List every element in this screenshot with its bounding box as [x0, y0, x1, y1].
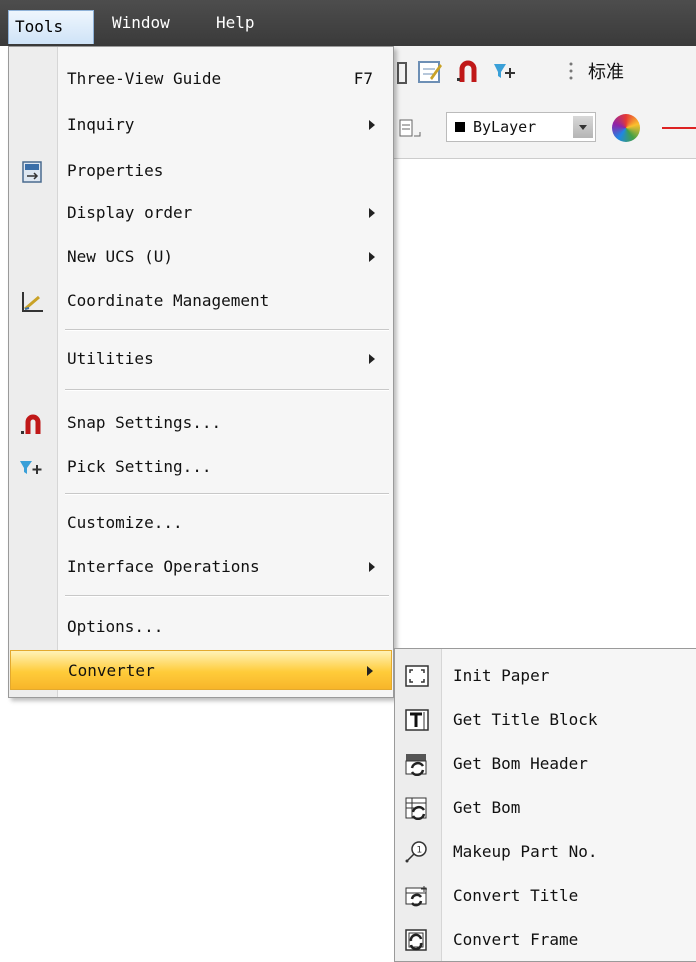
menu-separator	[65, 329, 389, 331]
menu-item-label: Interface Operations	[67, 557, 260, 576]
magnet-icon	[19, 411, 45, 437]
menu-bar: Tools Window Help	[0, 0, 696, 46]
bom-icon	[403, 795, 431, 821]
menu-item-label: Convert Title	[453, 886, 579, 905]
menu-item-customize[interactable]: Customize...	[9, 503, 393, 543]
balloon-icon: 1	[403, 839, 431, 865]
menu-item-label: Customize...	[67, 513, 183, 532]
layer-combo[interactable]: ByLayer	[446, 112, 596, 142]
menu-item-options[interactable]: Options...	[9, 607, 393, 647]
toolbar-top: 标准	[394, 46, 696, 99]
menu-item-display-order[interactable]: Display order	[9, 193, 393, 233]
menu-item-label: Get Bom	[453, 798, 521, 817]
toolbar-properties: ByLayer	[394, 98, 696, 159]
convert-frame-icon	[403, 927, 431, 953]
menu-item-pick-setting[interactable]: Pick Setting...	[9, 447, 393, 487]
menu-item-label: New UCS (U)	[67, 247, 173, 266]
menu-item-three-view-guide[interactable]: Three-View Guide F7	[9, 59, 393, 99]
menu-separator	[65, 595, 389, 597]
toolbar-partial-icon[interactable]	[396, 60, 410, 86]
menu-item-label: Options...	[67, 617, 164, 636]
menu-item-properties[interactable]: Properties	[9, 151, 393, 191]
menu-item-coordinate-management[interactable]: Coordinate Management	[9, 281, 393, 321]
submenu-arrow-icon	[369, 562, 375, 572]
layer-tool-icon[interactable]	[396, 116, 424, 142]
menu-item-label: Inquiry	[67, 115, 135, 134]
menu-item-label: Display order	[67, 203, 193, 222]
menu-item-label: Makeup Part No.	[453, 842, 598, 861]
tools-menu: Three-View Guide F7 Inquiry Properties D…	[8, 46, 394, 698]
menu-item-interface-operations[interactable]: Interface Operations	[9, 547, 393, 587]
coordinate-icon	[19, 289, 45, 315]
menu-item-utilities[interactable]: Utilities	[9, 339, 393, 379]
menu-item-convert-frame[interactable]: Convert Frame	[395, 919, 696, 961]
properties-icon	[19, 159, 45, 185]
edit-text-icon[interactable]	[416, 58, 444, 86]
frame-corners-icon	[403, 663, 431, 689]
menu-item-converter[interactable]: Converter	[10, 650, 392, 690]
menu-item-makeup-part-no[interactable]: 1 Makeup Part No.	[395, 831, 696, 873]
menu-item-label: Utilities	[67, 349, 154, 368]
menu-item-label: Convert Frame	[453, 930, 579, 949]
menu-item-label: Pick Setting...	[67, 457, 212, 476]
pick-filter-icon[interactable]	[492, 58, 520, 86]
menu-item-get-bom[interactable]: Get Bom	[395, 787, 696, 829]
submenu-arrow-icon	[367, 666, 373, 676]
title-block-icon	[403, 707, 431, 733]
menu-item-label: Coordinate Management	[67, 291, 270, 310]
bom-header-icon	[403, 751, 431, 777]
menu-help[interactable]: Help	[216, 8, 255, 38]
menu-item-label: Get Title Block	[453, 710, 598, 729]
menu-item-init-paper[interactable]: Init Paper	[395, 655, 696, 697]
pick-filter-icon	[19, 455, 45, 481]
linetype-preview[interactable]	[662, 127, 696, 129]
submenu-arrow-icon	[369, 354, 375, 364]
menu-item-label: Properties	[67, 161, 164, 180]
shortcut-label: F7	[353, 69, 373, 88]
submenu-arrow-icon	[369, 120, 375, 130]
toolbar-grip-icon	[568, 60, 574, 86]
convert-title-icon	[403, 883, 431, 909]
menu-item-new-ucs[interactable]: New UCS (U)	[9, 237, 393, 277]
color-wheel-icon[interactable]	[612, 114, 640, 142]
menu-item-label: Snap Settings...	[67, 413, 222, 432]
menu-item-convert-title[interactable]: Convert Title	[395, 875, 696, 917]
menu-window[interactable]: Window	[112, 8, 170, 38]
menu-item-label: Get Bom Header	[453, 754, 588, 773]
chevron-down-icon[interactable]	[573, 116, 593, 138]
layer-value: ByLayer	[473, 118, 537, 136]
menu-separator	[65, 493, 389, 495]
menu-item-snap-settings[interactable]: Snap Settings...	[9, 403, 393, 443]
menu-item-label: Three-View Guide	[67, 69, 222, 88]
text-style-name[interactable]: 标准	[588, 58, 624, 84]
submenu-arrow-icon	[369, 252, 375, 262]
menu-separator	[65, 389, 389, 391]
menu-item-label: Converter	[68, 661, 155, 680]
menu-item-label: Init Paper	[453, 666, 550, 685]
menu-tools[interactable]: Tools	[8, 10, 94, 44]
menu-item-inquiry[interactable]: Inquiry	[9, 105, 393, 145]
svg-text:1: 1	[417, 846, 423, 856]
color-swatch	[455, 122, 465, 132]
menu-item-get-bom-header[interactable]: Get Bom Header	[395, 743, 696, 785]
submenu-arrow-icon	[369, 208, 375, 218]
converter-submenu: Init Paper Get Title Block Get Bom Heade…	[394, 648, 696, 962]
magnet-icon[interactable]	[454, 58, 482, 86]
menu-item-get-title-block[interactable]: Get Title Block	[395, 699, 696, 741]
